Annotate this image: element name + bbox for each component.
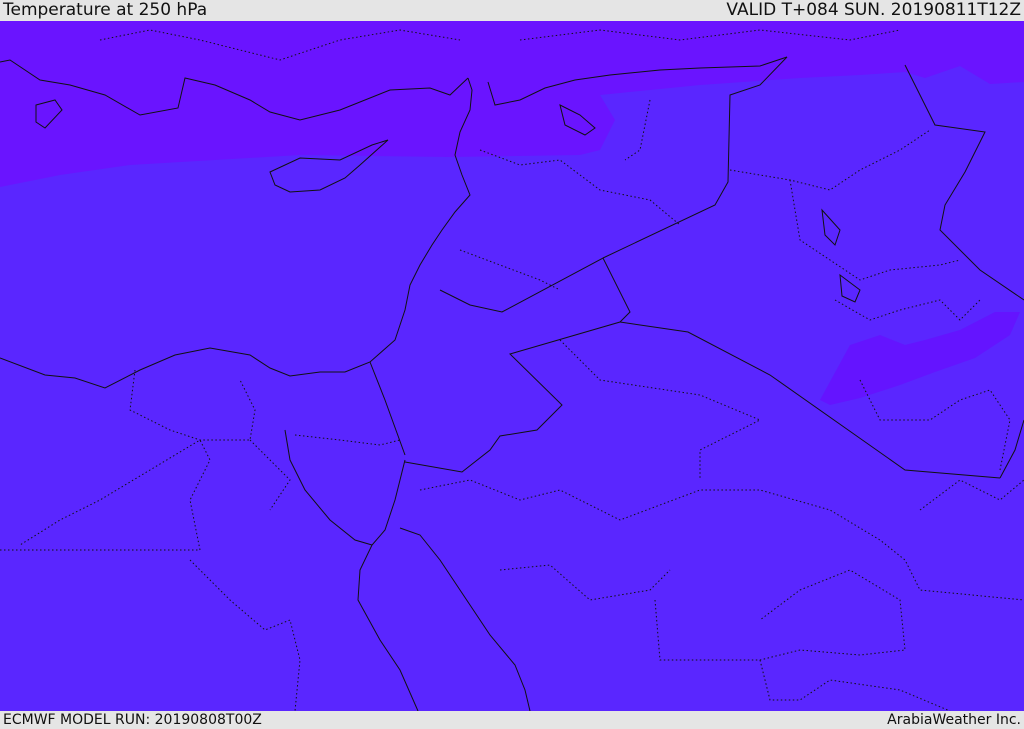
map-title: Temperature at 250 hPa xyxy=(3,0,208,20)
temperature-map xyxy=(0,21,1024,711)
footer-bar: ECMWF MODEL RUN: 20190808T00Z ArabiaWeat… xyxy=(0,711,1024,729)
valid-time: VALID T+084 SUN. 20190811T12Z xyxy=(726,0,1021,20)
credit-label: ArabiaWeather Inc. xyxy=(887,712,1021,728)
model-run-label: ECMWF MODEL RUN: 20190808T00Z xyxy=(3,712,262,728)
header-bar: Temperature at 250 hPa VALID T+084 SUN. … xyxy=(0,0,1024,21)
